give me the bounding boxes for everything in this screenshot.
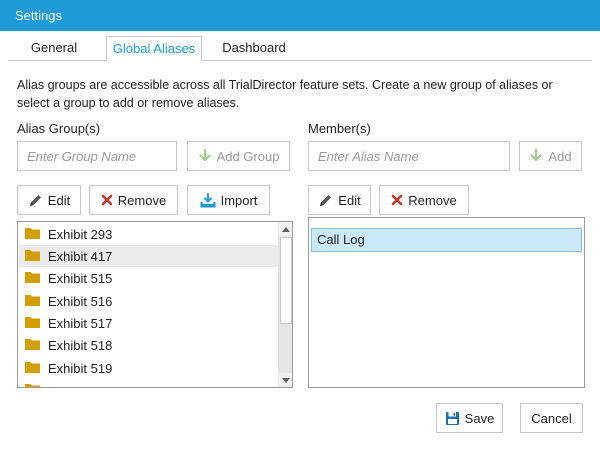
- group-name-input[interactable]: [17, 141, 177, 171]
- window-titlebar: Settings: [0, 0, 600, 31]
- add-member-button[interactable]: Add: [519, 141, 582, 171]
- group-list-scrollbar[interactable]: [278, 222, 292, 387]
- folder-icon: [25, 338, 40, 353]
- tab-strip: General Global Aliases Dashboard: [0, 31, 600, 61]
- list-item[interactable]: Exhibit 517: [19, 312, 278, 334]
- folder-icon: [25, 271, 40, 286]
- description-text: Alias groups are accessible across all T…: [17, 78, 553, 110]
- import-icon: [200, 192, 216, 208]
- folder-icon: [25, 316, 40, 331]
- arrow-down-icon: [529, 149, 543, 163]
- cancel-label: Cancel: [531, 410, 572, 426]
- folder-icon: [25, 249, 40, 264]
- list-item[interactable]: Exhibit 516: [19, 290, 278, 312]
- save-button[interactable]: Save: [436, 403, 503, 433]
- list-item-label: Exhibit 517: [48, 315, 113, 331]
- tab-global-aliases[interactable]: Global Aliases: [106, 36, 202, 61]
- list-item-label: Exhibit 519: [48, 360, 113, 376]
- x-icon: [101, 194, 113, 206]
- list-item[interactable]: Exhibit 518: [19, 334, 278, 356]
- list-item-label: Exhibit 516: [48, 293, 113, 309]
- remove-group-button[interactable]: Remove: [89, 185, 178, 215]
- list-item-label: Exhibit 293: [48, 226, 113, 242]
- folder-icon: [25, 294, 40, 309]
- list-item-partial[interactable]: [19, 379, 278, 387]
- tab-dashboard[interactable]: Dashboard: [212, 36, 296, 61]
- pencil-icon: [318, 193, 333, 208]
- import-button[interactable]: Import: [187, 185, 270, 215]
- add-group-label: Add Group: [216, 148, 280, 164]
- remove-member-label: Remove: [408, 192, 457, 208]
- arrow-down-icon: [198, 149, 212, 163]
- list-item-label: Exhibit 417: [48, 248, 113, 264]
- edit-group-label: Edit: [47, 192, 71, 208]
- save-label: Save: [464, 410, 495, 426]
- cancel-button[interactable]: Cancel: [520, 403, 583, 433]
- alias-groups-label: Alias Group(s): [17, 121, 101, 136]
- list-item[interactable]: Exhibit 515: [19, 267, 278, 289]
- folder-icon: [25, 361, 40, 376]
- list-item[interactable]: Exhibit 417: [19, 245, 278, 267]
- scroll-up-arrow-icon[interactable]: [279, 222, 292, 236]
- remove-group-label: Remove: [117, 192, 167, 208]
- edit-member-button[interactable]: Edit: [308, 185, 371, 215]
- scroll-down-arrow-icon[interactable]: [279, 373, 292, 387]
- add-member-label: Add: [548, 148, 572, 164]
- list-item[interactable]: Exhibit 293: [19, 223, 278, 245]
- folder-icon: [25, 383, 40, 387]
- pencil-icon: [28, 193, 43, 208]
- group-list: Exhibit 293 Exhibit 417 Exhibit 515 Exhi…: [17, 221, 293, 388]
- list-item[interactable]: Exhibit 519: [19, 357, 278, 379]
- scroll-thumb[interactable]: [280, 237, 292, 324]
- list-item-label: Exhibit 515: [48, 270, 113, 286]
- x-icon: [391, 194, 403, 206]
- window-title: Settings: [15, 8, 62, 23]
- add-group-button[interactable]: Add Group: [187, 141, 290, 171]
- members-label: Member(s): [308, 121, 371, 136]
- tab-general[interactable]: General: [10, 36, 98, 61]
- folder-icon: [25, 227, 40, 242]
- remove-member-button[interactable]: Remove: [379, 185, 469, 215]
- member-list-item[interactable]: Call Log: [311, 228, 582, 252]
- alias-name-input[interactable]: [308, 141, 510, 171]
- edit-group-button[interactable]: Edit: [17, 185, 81, 215]
- list-item-label: Exhibit 518: [48, 337, 113, 353]
- import-label: Import: [220, 192, 258, 208]
- edit-member-label: Edit: [338, 192, 361, 208]
- floppy-icon: [445, 411, 460, 426]
- member-list: Call Log: [308, 217, 585, 388]
